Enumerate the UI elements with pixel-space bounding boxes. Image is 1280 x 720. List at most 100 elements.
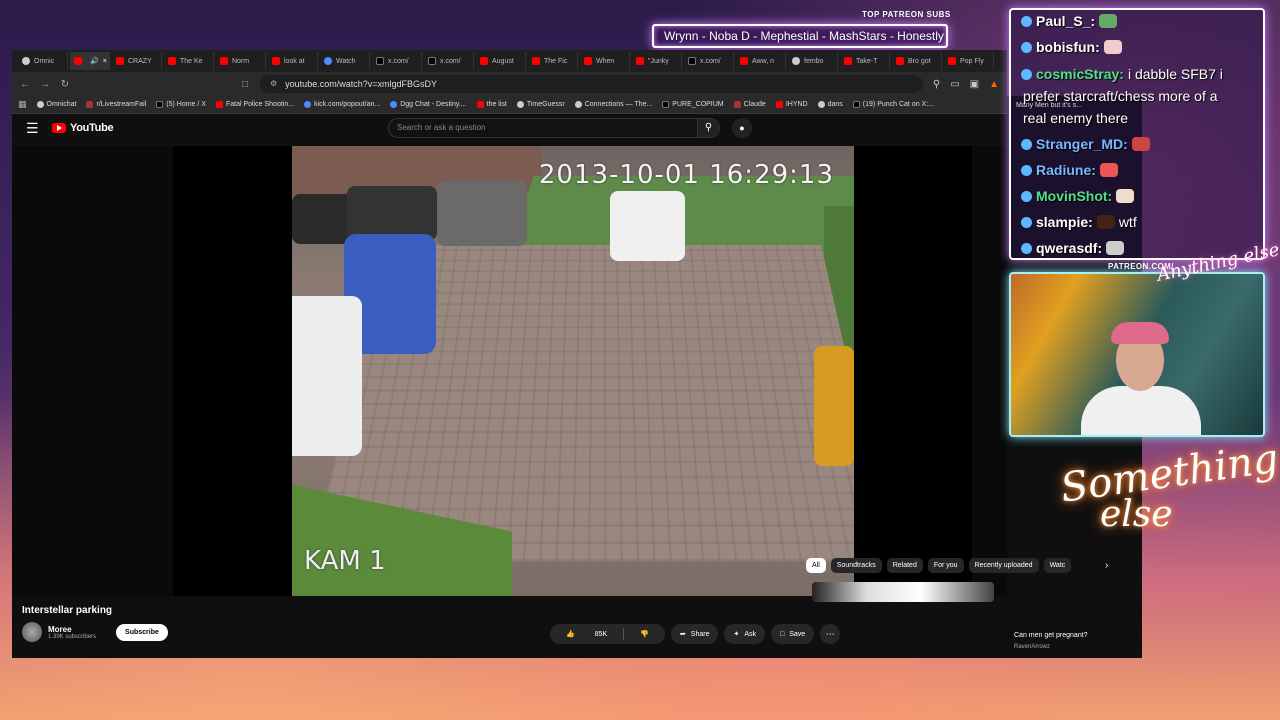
chat-username[interactable]: qwerasdf: <box>1036 240 1102 256</box>
browser-tab[interactable]: x.com/ <box>424 52 474 70</box>
bookmark-item[interactable]: Fatal Police Shootin... <box>215 101 294 108</box>
dislike-button[interactable]: 👎 <box>624 630 665 638</box>
channel-avatar[interactable] <box>22 622 42 642</box>
chat-username[interactable]: MovinShot: <box>1036 188 1112 204</box>
browser-tab[interactable]: x.com/ <box>684 52 734 70</box>
audio-playing-icon[interactable]: 🔊 <box>90 57 99 65</box>
bookmark-item[interactable]: dans <box>817 101 843 108</box>
recommendation-title[interactable]: Can men get pregnant? <box>1014 632 1088 639</box>
browser-tab[interactable]: Watch <box>320 52 370 70</box>
save-button[interactable]: □ Save <box>771 624 815 644</box>
bookmark-item[interactable]: r/LivestreamFail <box>86 101 146 108</box>
share-button[interactable]: ➦ Share <box>670 624 719 644</box>
bookmark-icon[interactable]: □ <box>240 79 250 90</box>
thumbs-up-icon: 👍 <box>566 631 575 638</box>
bookmark-item[interactable]: the list <box>476 101 507 108</box>
search-placeholder: Search or ask a question <box>397 123 486 132</box>
video-camera-label: KAM 1 <box>304 546 386 576</box>
bookmark-item[interactable]: Omnichat <box>36 101 77 108</box>
browser-tab[interactable]: CRAZY <box>112 52 162 70</box>
filter-chip[interactable]: Watc <box>1043 558 1072 573</box>
browser-tab[interactable]: Omnic <box>18 52 68 70</box>
back-icon[interactable]: ← <box>20 79 30 90</box>
youtube-logo[interactable]: YouTube <box>52 122 114 134</box>
chat-username[interactable]: Radiune: <box>1036 162 1096 178</box>
forward-icon[interactable]: → <box>40 79 50 90</box>
bookmark-label: IHYND <box>785 101 808 108</box>
subscribe-button[interactable]: Subscribe <box>116 623 168 641</box>
bookmark-label: Dgg Chat - Destiny.... <box>400 101 467 108</box>
filter-chip[interactable]: All <box>806 558 826 573</box>
bookmark-item[interactable]: IHYND <box>775 101 808 108</box>
player-left-pillar <box>12 146 173 596</box>
browser-tab[interactable]: When <box>580 52 630 70</box>
cast-icon[interactable]: ▭ <box>950 79 959 90</box>
recommendation-thumbnail[interactable] <box>812 582 994 602</box>
bookmark-item[interactable]: Claude <box>733 101 766 108</box>
bookmark-item[interactable]: TimeGuessr <box>516 101 565 108</box>
chat-message: Paul_S_: <box>1021 13 1121 29</box>
channel-info: Moree 1.39K subscribers Subscribe <box>22 622 168 642</box>
bookmark-item[interactable]: Connections — The... <box>574 101 652 108</box>
browser-tab[interactable]: August <box>476 52 526 70</box>
browser-tab[interactable]: Pop Fly <box>944 52 994 70</box>
bookmark-item[interactable]: (5) Home / X <box>156 101 206 108</box>
address-bar[interactable]: ⚙ youtube.com/watch?v=xmlgdFBGsDY <box>260 75 923 93</box>
share-icon[interactable]: ▣ <box>970 79 979 90</box>
youtube-icon <box>220 57 228 65</box>
chat-message-text: real enemy there <box>1023 110 1129 126</box>
chat-message: prefer starcraft/chess more of a <box>1023 88 1218 104</box>
browser-tab[interactable]: Bro got <box>892 52 942 70</box>
like-button[interactable]: 👍 85K <box>550 630 623 639</box>
video-frame[interactable]: 2013-10-01 16:29:13 KAM 1 <box>292 146 854 596</box>
browser-tab[interactable]: The Ke <box>164 52 214 70</box>
ask-button[interactable]: ✦ Ask <box>724 624 766 644</box>
browser-tab[interactable]: Aww, n <box>736 52 786 70</box>
video-player[interactable]: 2013-10-01 16:29:13 KAM 1 <box>12 146 1007 596</box>
filter-chip[interactable]: Related <box>886 558 923 573</box>
browser-tab[interactable]: The Fic <box>528 52 578 70</box>
address-bar-tools: ⚲ ▭ ▣ ▲ <box>933 79 999 90</box>
chat-username[interactable]: slampie: <box>1036 214 1093 230</box>
brave-shield-icon[interactable]: ▲ <box>989 79 999 90</box>
site-info-icon[interactable]: ⚙ <box>270 75 277 93</box>
browser-tab[interactable]: Norm <box>216 52 266 70</box>
channel-subscribers: 1.39K subscribers <box>48 633 97 640</box>
browser-tab[interactable]: look at <box>268 52 318 70</box>
channel-name[interactable]: Moree <box>48 625 96 634</box>
bookmark-item[interactable]: kick.com/popout/an... <box>304 101 380 108</box>
filter-chip[interactable]: For you <box>927 558 964 573</box>
youtube-icon <box>116 57 124 65</box>
chat-username[interactable]: bobisfun: <box>1036 39 1100 55</box>
chat-username[interactable]: Stranger_MD: <box>1036 136 1128 152</box>
browser-tab[interactable]: Take-T <box>840 52 890 70</box>
search-icon[interactable]: ⚲ <box>697 119 719 137</box>
x-icon <box>156 101 164 108</box>
chevron-right-icon[interactable]: › <box>1105 560 1108 571</box>
recommendation-item[interactable] <box>812 582 994 602</box>
search-input[interactable]: Search or ask a question ⚲ <box>388 118 720 138</box>
filter-chip[interactable]: Soundtracks <box>830 558 882 573</box>
zoom-icon[interactable]: ⚲ <box>933 79 940 90</box>
browser-tab[interactable]: 🔊 × <box>70 52 110 70</box>
browser-tab-label: Norm <box>232 57 250 65</box>
bookmark-label: Omnichat <box>46 101 77 108</box>
menu-icon[interactable]: ☰ <box>26 120 42 137</box>
apps-icon[interactable]: ▦ <box>18 99 27 110</box>
bookmark-item[interactable]: (19) Punch Cat on X:... <box>852 101 934 108</box>
save-icon: □ <box>780 630 785 638</box>
microphone-icon[interactable]: ● <box>732 118 752 138</box>
more-options-icon[interactable]: ⋯ <box>820 624 841 644</box>
bookmark-item[interactable]: PURE_COPIUM <box>662 101 724 108</box>
video-car <box>347 186 437 241</box>
browser-tab[interactable]: fembo <box>788 52 838 70</box>
reload-icon[interactable]: ↻ <box>60 79 70 90</box>
bookmark-item[interactable]: Dgg Chat - Destiny.... <box>390 101 467 108</box>
chat-username[interactable]: Paul_S_: <box>1036 13 1095 29</box>
filter-chip[interactable]: Recently uploaded <box>968 558 1039 573</box>
browser-tab[interactable]: x.com/ <box>372 52 422 70</box>
browser-tab-label: look at <box>284 57 305 65</box>
close-tab-icon[interactable]: × <box>103 58 107 65</box>
chat-username[interactable]: cosmicStray: <box>1036 66 1124 82</box>
browser-tab[interactable]: "Junky <box>632 52 682 70</box>
